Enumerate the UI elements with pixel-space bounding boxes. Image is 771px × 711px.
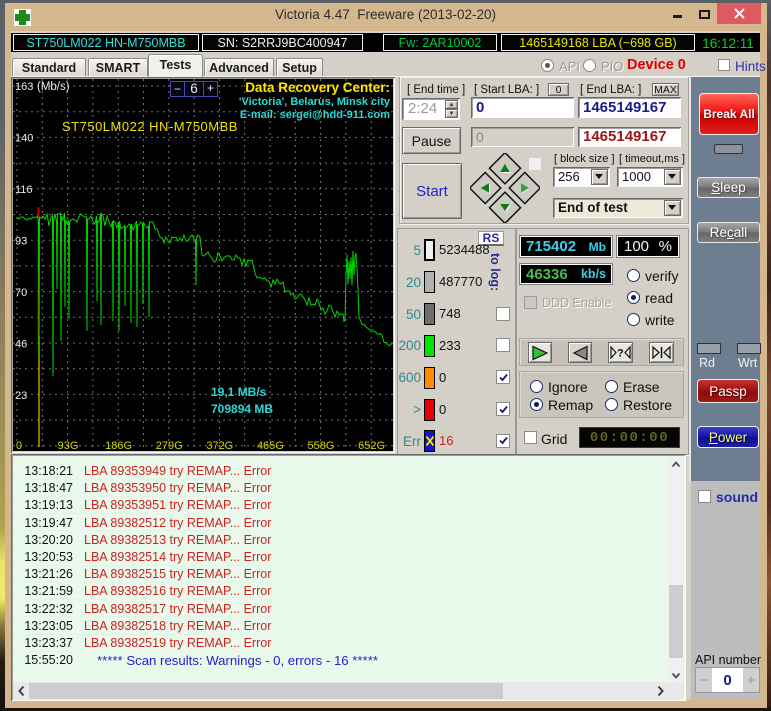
svg-text:93: 93 <box>15 235 27 247</box>
svg-text:46: 46 <box>15 338 27 350</box>
svg-text:93G: 93G <box>58 440 79 451</box>
svg-text:140: 140 <box>15 132 33 144</box>
svg-text:186G: 186G <box>105 440 132 451</box>
svg-text:70: 70 <box>15 287 27 299</box>
svg-text:558G: 558G <box>308 440 335 451</box>
svg-text:372G: 372G <box>206 440 233 451</box>
svg-text:652G: 652G <box>358 440 385 451</box>
svg-text:465G: 465G <box>257 440 284 451</box>
svg-text:279G: 279G <box>156 440 183 451</box>
svg-text:?: ? <box>617 348 624 360</box>
svg-text:116: 116 <box>15 184 33 196</box>
svg-text:23: 23 <box>15 390 27 402</box>
svg-text:0: 0 <box>16 440 22 451</box>
